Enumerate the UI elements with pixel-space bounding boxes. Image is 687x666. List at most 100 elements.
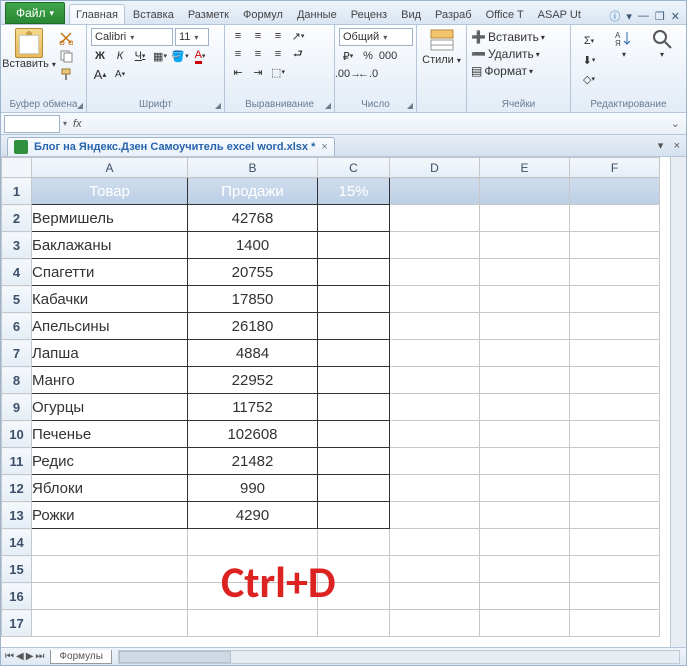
ribbon-tab-asap[interactable]: ASAP Ut xyxy=(532,5,587,24)
row-header[interactable]: 5 xyxy=(2,286,32,313)
cell[interactable] xyxy=(318,340,390,367)
cut-button[interactable] xyxy=(57,30,75,46)
ribbon-tab-officetab[interactable]: Office T xyxy=(480,5,530,24)
cell[interactable]: Огурцы xyxy=(32,394,188,421)
close-workbook-button[interactable]: × xyxy=(321,141,327,153)
cell[interactable] xyxy=(570,529,660,556)
increase-indent-button[interactable]: ⇥ xyxy=(249,64,267,80)
cell[interactable] xyxy=(480,502,570,529)
cell[interactable] xyxy=(188,556,318,583)
cell[interactable]: Кабачки xyxy=(32,286,188,313)
bold-button[interactable]: Ж xyxy=(91,48,109,64)
cell[interactable]: Баклажаны xyxy=(32,232,188,259)
cell[interactable] xyxy=(318,556,390,583)
vertical-scrollbar[interactable] xyxy=(670,157,686,647)
cell[interactable] xyxy=(390,205,480,232)
cell[interactable]: Вермишель xyxy=(32,205,188,232)
cell[interactable] xyxy=(390,583,480,610)
row-header[interactable]: 15 xyxy=(2,556,32,583)
cell[interactable] xyxy=(318,286,390,313)
cell[interactable] xyxy=(318,259,390,286)
cell[interactable]: 22952 xyxy=(188,367,318,394)
row-header[interactable]: 8 xyxy=(2,367,32,394)
row-header[interactable]: 13 xyxy=(2,502,32,529)
cell[interactable] xyxy=(570,394,660,421)
expand-formula-bar-button[interactable]: ⌄ xyxy=(665,117,686,130)
cell[interactable] xyxy=(318,205,390,232)
row-header[interactable]: 12 xyxy=(2,475,32,502)
sheet-tab[interactable]: Формулы xyxy=(50,650,112,664)
align-middle-button[interactable]: ≡ xyxy=(249,28,267,44)
cell[interactable] xyxy=(390,313,480,340)
cell[interactable] xyxy=(480,475,570,502)
cell[interactable] xyxy=(390,259,480,286)
row-header[interactable]: 1 xyxy=(2,178,32,205)
cell[interactable]: Манго xyxy=(32,367,188,394)
decrease-decimal-button[interactable]: ←.0 xyxy=(359,66,377,82)
cell[interactable] xyxy=(390,529,480,556)
row-header[interactable]: 2 xyxy=(2,205,32,232)
cell[interactable] xyxy=(318,367,390,394)
column-header-c[interactable]: C xyxy=(318,158,390,178)
cell[interactable] xyxy=(318,313,390,340)
cell[interactable] xyxy=(480,556,570,583)
format-painter-button[interactable] xyxy=(57,66,75,82)
insert-cells-button[interactable]: ➕ Вставить ▾ xyxy=(471,30,545,44)
cell[interactable] xyxy=(570,610,660,637)
workbook-tab[interactable]: Блог на Яндекс.Дзен Самоучитель excel wo… xyxy=(7,137,335,156)
cell[interactable]: Лапша xyxy=(32,340,188,367)
sheet-nav-next[interactable]: ▶ xyxy=(26,651,34,662)
cell[interactable]: Продажи xyxy=(188,178,318,205)
sheet-nav-first[interactable]: ⏮ xyxy=(5,651,14,662)
cell[interactable] xyxy=(480,232,570,259)
cell[interactable]: 15% xyxy=(318,178,390,205)
cell[interactable] xyxy=(570,178,660,205)
row-header[interactable]: 9 xyxy=(2,394,32,421)
ribbon-tab-data[interactable]: Данные xyxy=(291,5,343,24)
cell[interactable] xyxy=(390,178,480,205)
sheet-nav-prev[interactable]: ◀ xyxy=(16,651,24,662)
cell[interactable] xyxy=(32,556,188,583)
cell[interactable] xyxy=(318,583,390,610)
cell[interactable] xyxy=(480,313,570,340)
help-dropdown[interactable]: ▾ xyxy=(626,10,632,23)
cell[interactable]: 102608 xyxy=(188,421,318,448)
horizontal-scrollbar[interactable] xyxy=(118,650,680,664)
cell[interactable] xyxy=(32,583,188,610)
cell[interactable] xyxy=(318,421,390,448)
cell[interactable]: 26180 xyxy=(188,313,318,340)
cell[interactable] xyxy=(390,340,480,367)
cell[interactable] xyxy=(480,610,570,637)
cell[interactable] xyxy=(480,205,570,232)
grow-font-button[interactable]: A▴ xyxy=(91,66,109,82)
scrollbar-thumb[interactable] xyxy=(119,651,231,663)
sort-filter-button[interactable]: А Я ▾ xyxy=(607,28,641,59)
cell[interactable]: 11752 xyxy=(188,394,318,421)
row-header[interactable]: 16 xyxy=(2,583,32,610)
grid[interactable]: A B C D E F 1ТоварПродажи15%2Вермишель42… xyxy=(1,157,670,647)
dialog-launcher-icon[interactable]: ◢ xyxy=(77,101,83,110)
cell[interactable]: Рожки xyxy=(32,502,188,529)
underline-button[interactable]: Ч▾ xyxy=(131,48,149,64)
restore-window-button[interactable]: ❐ xyxy=(655,10,665,23)
autosum-button[interactable]: Σ▾ xyxy=(575,33,603,49)
row-header[interactable]: 14 xyxy=(2,529,32,556)
align-top-button[interactable]: ≡ xyxy=(229,28,247,44)
wrap-text-button[interactable]: ⮐ xyxy=(289,46,307,62)
close-all-button[interactable]: × xyxy=(674,140,680,152)
cell[interactable]: Яблоки xyxy=(32,475,188,502)
row-header[interactable]: 6 xyxy=(2,313,32,340)
align-left-button[interactable]: ≡ xyxy=(229,46,247,62)
cell[interactable] xyxy=(570,205,660,232)
cell[interactable] xyxy=(390,367,480,394)
copy-button[interactable] xyxy=(57,48,75,64)
cell[interactable] xyxy=(32,529,188,556)
fx-icon[interactable]: fx xyxy=(67,118,88,130)
help-button[interactable]: ⓘ xyxy=(609,8,620,24)
cell[interactable] xyxy=(390,610,480,637)
row-header[interactable]: 17 xyxy=(2,610,32,637)
cell[interactable]: 1400 xyxy=(188,232,318,259)
column-header-d[interactable]: D xyxy=(390,158,480,178)
fill-color-button[interactable]: 🪣▾ xyxy=(171,48,189,64)
ribbon-tab-layout[interactable]: Разметк xyxy=(182,5,235,24)
